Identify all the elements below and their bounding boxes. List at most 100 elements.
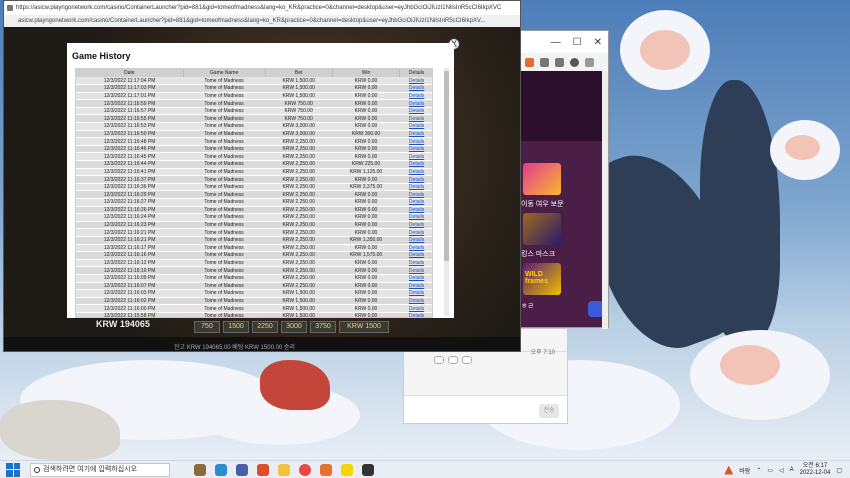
menu-icon[interactable]: [585, 57, 594, 67]
puzzle-icon[interactable]: [540, 57, 549, 67]
bet-option[interactable]: 750: [194, 321, 220, 333]
cell-win: KRW 3,375.00: [332, 183, 400, 192]
maximize-icon[interactable]: ☐: [573, 37, 582, 48]
details-link[interactable]: Details: [409, 108, 424, 114]
cell-date: 12/3/2022 11:16:27 PM: [76, 198, 184, 207]
details-link[interactable]: Details: [409, 313, 424, 317]
game-label-2: 킹스 마스크: [521, 251, 556, 258]
details-link[interactable]: Details: [409, 199, 424, 205]
details-link[interactable]: Details: [409, 184, 424, 190]
cell-win: KRW 0.00: [332, 206, 400, 215]
chrome-icon[interactable]: [299, 463, 311, 476]
taskbar-search-input[interactable]: 검색하려면 여기에 입력하십시오: [30, 462, 170, 477]
details-link[interactable]: Details: [409, 131, 424, 137]
details-link[interactable]: Details: [409, 161, 424, 167]
details-link[interactable]: Details: [409, 154, 424, 160]
notification-icon[interactable]: ▢: [836, 467, 842, 474]
game-thumb-3[interactable]: WILD frames: [523, 263, 561, 295]
history-table-wrap[interactable]: Date Game Name Bet Win Details 12/3/2022…: [75, 68, 433, 318]
bet-option[interactable]: 2250: [252, 321, 278, 333]
app-dark-icon[interactable]: [362, 463, 374, 476]
address-bar[interactable]: asicw.playngonetwork.com/casino/Containe…: [4, 15, 520, 27]
cell-details: Details: [399, 213, 432, 222]
store-icon[interactable]: [236, 463, 248, 476]
network-icon[interactable]: ▭: [767, 467, 773, 474]
details-link[interactable]: Details: [409, 101, 424, 107]
table-row: 12/3/2022 11:16:45 PM Tome of Madness KRW …: [76, 152, 432, 162]
details-link[interactable]: Details: [409, 237, 424, 243]
office-icon[interactable]: [257, 463, 269, 476]
details-link[interactable]: Details: [409, 290, 424, 296]
background-browser-window[interactable]: — ☐ ✕ 이동 여우 보문 킹스 마스크 WILD frames ㅎㄹ: [520, 30, 609, 329]
cell-details: Details: [399, 228, 432, 237]
cell-win: KRW 0.00: [332, 221, 400, 230]
details-link[interactable]: Details: [409, 298, 424, 304]
details-link[interactable]: Details: [409, 116, 424, 122]
bet-option[interactable]: 1500: [223, 321, 249, 333]
details-link[interactable]: Details: [409, 169, 424, 175]
details-link[interactable]: Details: [409, 245, 424, 251]
system-clock[interactable]: 오전 6:17 2022-12-04: [800, 463, 831, 477]
details-link[interactable]: Details: [409, 222, 424, 228]
table-row: 12/3/2022 11:16:21 PM Tome of Madness KRW …: [76, 236, 432, 245]
extension-icon[interactable]: [525, 57, 534, 67]
cell-details: Details: [399, 251, 432, 260]
bet-total: KRW 1500: [339, 321, 389, 333]
reaction-like-icon[interactable]: [434, 356, 444, 364]
bg-scrollbar[interactable]: [602, 71, 608, 329]
game-thumb-2[interactable]: [523, 213, 561, 245]
modal-scroll-thumb[interactable]: [444, 71, 449, 261]
details-link[interactable]: Details: [409, 85, 424, 91]
table-row: 12/3/2022 11:16:48 PM Tome of Madness KRW …: [76, 137, 432, 146]
cell-details: Details: [399, 198, 432, 207]
cell-date: 12/3/2022 11:17:04 PM: [76, 77, 184, 86]
game-info-line: 잔고 KRW 194065.00 베팅 KRW 1500.00 승리: [174, 345, 295, 351]
sidebar-icon[interactable]: [555, 57, 564, 67]
details-link[interactable]: Details: [409, 306, 424, 312]
details-link[interactable]: Details: [409, 78, 424, 84]
details-link[interactable]: Details: [409, 252, 424, 258]
details-link[interactable]: Details: [409, 214, 424, 220]
minimize-icon[interactable]: —: [551, 37, 561, 48]
send-button[interactable]: 전송: [539, 404, 559, 418]
details-link[interactable]: Details: [409, 192, 424, 198]
kakaotalk-icon[interactable]: [341, 463, 353, 476]
chat-input-area[interactable]: 전송: [404, 395, 567, 423]
reaction-emoji-icon[interactable]: [448, 356, 458, 364]
reaction-person-icon[interactable]: [462, 356, 472, 364]
cell-date: 12/3/2022 11:16:36 PM: [76, 183, 184, 192]
close-icon[interactable]: ✕: [594, 37, 602, 48]
chevron-up-icon[interactable]: ⌃: [756, 467, 761, 474]
file-explorer-icon[interactable]: [278, 463, 290, 476]
details-link[interactable]: Details: [409, 123, 424, 129]
windows-start-icon[interactable]: [6, 462, 20, 477]
details-link[interactable]: Details: [409, 275, 424, 281]
table-row: 12/3/2022 11:16:55 PM Tome of Madness KRW …: [76, 114, 432, 124]
cell-details: Details: [399, 282, 432, 291]
task-view-icon[interactable]: [194, 463, 206, 476]
details-link[interactable]: Details: [409, 177, 424, 183]
app-orange-icon[interactable]: [320, 463, 332, 476]
details-link[interactable]: Details: [409, 268, 424, 274]
bet-option[interactable]: 3000: [281, 321, 307, 333]
details-link[interactable]: Details: [409, 93, 424, 99]
cell-game-name: Tome of Madness: [183, 259, 266, 268]
bet-option[interactable]: 3750: [310, 321, 336, 333]
game-thumb-1[interactable]: [523, 163, 561, 195]
volume-icon[interactable]: ◁: [779, 467, 784, 474]
edge-icon[interactable]: [215, 463, 227, 476]
cell-details: Details: [399, 130, 432, 139]
details-link[interactable]: Details: [409, 230, 424, 236]
details-link[interactable]: Details: [409, 207, 424, 213]
details-link[interactable]: Details: [409, 139, 424, 145]
table-row: 12/3/2022 11:16:27 PM Tome of Madness KRW …: [76, 198, 432, 207]
history-table: Date Game Name Bet Win Details 12/3/2022…: [76, 69, 432, 317]
warning-icon[interactable]: [724, 465, 734, 475]
details-link[interactable]: Details: [409, 146, 424, 152]
ime-indicator[interactable]: A: [790, 467, 794, 473]
search-placeholder: 검색하려면 여기에 입력하십시오: [43, 465, 138, 473]
details-link[interactable]: Details: [409, 260, 424, 266]
details-link[interactable]: Details: [409, 283, 424, 289]
profile-avatar[interactable]: [570, 57, 579, 67]
cell-details: Details: [399, 289, 432, 298]
